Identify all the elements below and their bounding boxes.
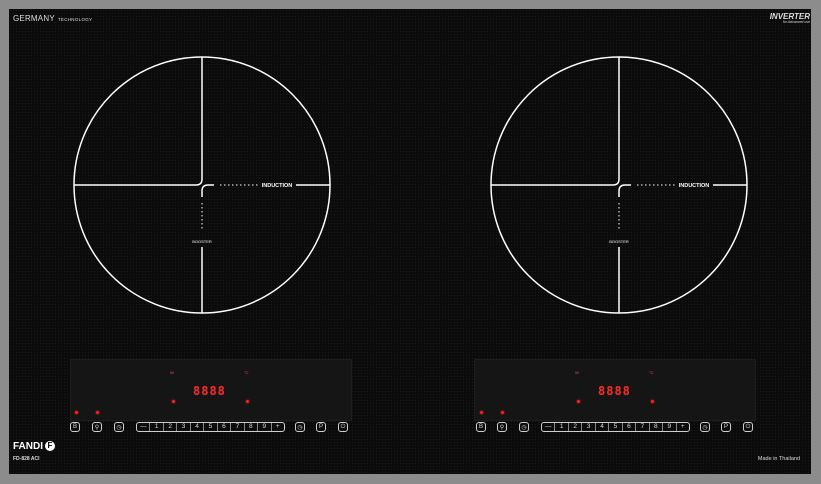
fandi-logo: FANDI F [13, 441, 55, 452]
c-indicator-left: °C [244, 370, 249, 375]
power-button-left[interactable]: ⏻ [338, 422, 348, 432]
p-button-right[interactable]: P [721, 422, 731, 432]
slider-step[interactable]: + [677, 423, 689, 431]
booster-button-right[interactable]: B [476, 422, 486, 432]
slider-step[interactable]: 4 [191, 423, 205, 431]
power-slider-left[interactable]: —1 2 3 4 5 6 7 8 9 + [136, 422, 285, 432]
slider-step[interactable]: 9 [258, 423, 272, 431]
led-right-b [651, 400, 654, 403]
booster-button-left[interactable]: B [70, 422, 80, 432]
power-display-left: 8888 [193, 384, 226, 398]
model-number: FD-828 ACI [13, 456, 40, 462]
w-indicator-right: W [575, 370, 579, 375]
slider-step[interactable]: 3 [582, 423, 596, 431]
c-indicator-right: °C [649, 370, 654, 375]
slider-step[interactable]: 9 [663, 423, 677, 431]
lock-button-right[interactable]: ⚲ [497, 422, 507, 432]
led-right-a [577, 400, 580, 403]
p-button-left[interactable]: P [316, 422, 326, 432]
brand-name: GERMANY [13, 14, 55, 23]
led-left-a [172, 400, 175, 403]
slider-step[interactable]: 8 [650, 423, 664, 431]
slider-step[interactable]: 5 [609, 423, 623, 431]
slider-step[interactable]: 5 [204, 423, 218, 431]
slider-step[interactable]: 1 [555, 423, 569, 431]
induction-label-left: INDUCTION [262, 183, 293, 189]
lock-button-left[interactable]: ⚲ [92, 422, 102, 432]
logo-text: FANDI [13, 441, 43, 452]
led-left-c [75, 411, 78, 414]
slider-step[interactable]: — [137, 423, 151, 431]
power-display-right: 8888 [598, 384, 631, 398]
made-in-label: Made in Thailand [757, 456, 800, 462]
led-left-d [96, 411, 99, 414]
slider-step[interactable]: 1 [150, 423, 164, 431]
slider-step[interactable]: 3 [177, 423, 191, 431]
led-left-b [246, 400, 249, 403]
booster-label-right: BOOSTER [609, 239, 629, 244]
booster-label-left: BOOSTER [192, 239, 212, 244]
cooking-zone-right: INDUCTION BOOSTER [490, 56, 748, 314]
inverter-badge: INVERTER for Advanced use [770, 12, 810, 24]
cooking-zone-left: INDUCTION BOOSTER [73, 56, 331, 314]
timer-button-right[interactable]: ◷ [519, 422, 529, 432]
slider-step[interactable]: + [272, 423, 284, 431]
power-slider-right[interactable]: —1 2 3 4 5 6 7 8 9 + [541, 422, 690, 432]
slider-step[interactable]: 4 [596, 423, 610, 431]
timer-button-left[interactable]: ◷ [114, 422, 124, 432]
slider-step[interactable]: 6 [218, 423, 232, 431]
slider-step[interactable]: 7 [231, 423, 245, 431]
slider-step[interactable]: 8 [245, 423, 259, 431]
slider-step[interactable]: — [542, 423, 556, 431]
led-right-c [480, 411, 483, 414]
slider-step[interactable]: 2 [569, 423, 583, 431]
slider-step[interactable]: 2 [164, 423, 178, 431]
slider-step[interactable]: 7 [636, 423, 650, 431]
induction-label-right: INDUCTION [679, 183, 710, 189]
power-button-right[interactable]: ⏻ [743, 422, 753, 432]
slider-step[interactable]: 6 [623, 423, 637, 431]
pause-button-right[interactable]: ◷ [700, 422, 710, 432]
brand-tech: TECHNOLOGY [57, 17, 93, 22]
w-indicator-left: W [170, 370, 174, 375]
led-right-d [501, 411, 504, 414]
pause-button-left[interactable]: ◷ [295, 422, 305, 432]
brand-germany-technology: GERMANY TECHNOLOGY [13, 14, 92, 23]
logo-mark: F [45, 441, 55, 452]
